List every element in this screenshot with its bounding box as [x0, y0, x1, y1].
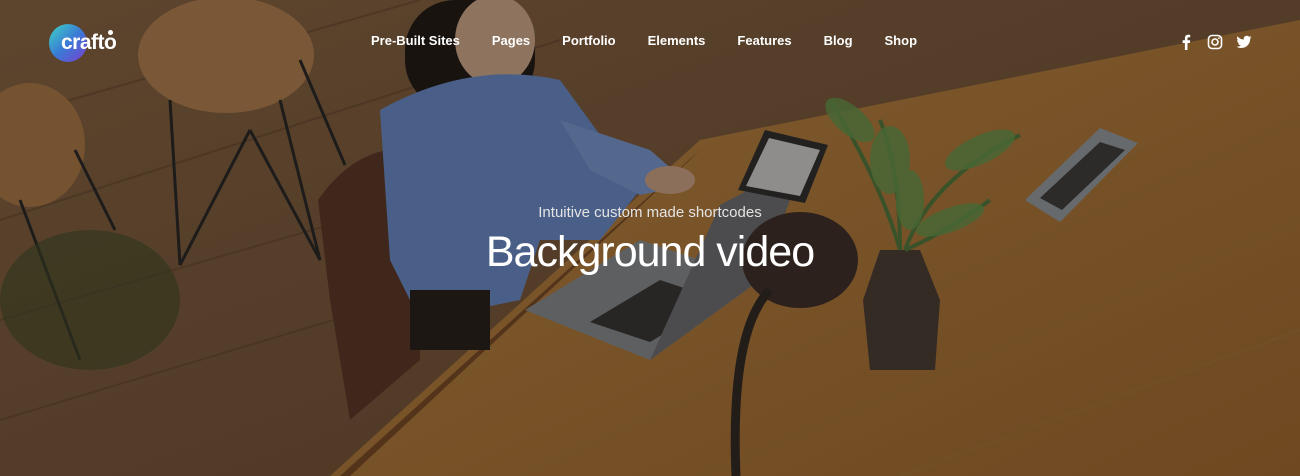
social-links — [1178, 34, 1252, 50]
logo-text: crafto — [61, 31, 117, 54]
instagram-icon[interactable] — [1207, 34, 1223, 50]
twitter-icon[interactable] — [1236, 34, 1252, 50]
logo[interactable]: crafto — [49, 24, 117, 62]
hero-title: Background video — [485, 228, 815, 276]
main-nav: Pre-Built Sites Pages Portfolio Elements… — [371, 33, 949, 48]
nav-item-pre-built-sites[interactable]: Pre-Built Sites — [371, 33, 460, 48]
nav-item-pages[interactable]: Pages — [492, 33, 530, 48]
nav-item-blog[interactable]: Blog — [824, 33, 853, 48]
nav-item-portfolio[interactable]: Portfolio — [562, 33, 615, 48]
nav-item-shop[interactable]: Shop — [885, 33, 918, 48]
hero-subtitle: Intuitive custom made shortcodes — [538, 204, 762, 221]
nav-item-elements[interactable]: Elements — [648, 33, 706, 48]
facebook-icon[interactable] — [1178, 34, 1194, 50]
nav-item-features[interactable]: Features — [737, 33, 791, 48]
